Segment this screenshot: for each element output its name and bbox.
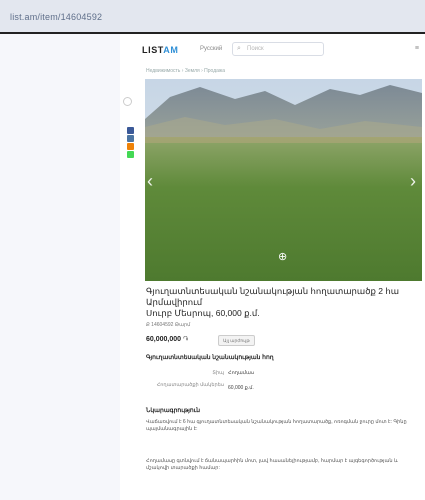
listing-title: Գյուղատնտեսական նշանակության հողատարածք …: [146, 286, 400, 307]
detail-value: 60,000 ք.մ.: [228, 385, 254, 391]
whatsapp-share-icon[interactable]: [127, 151, 134, 158]
search-icon: ⌕: [237, 45, 241, 52]
chevron-left-icon[interactable]: ‹: [147, 172, 153, 190]
left-column: [0, 34, 120, 500]
vk-share-icon[interactable]: [127, 135, 134, 142]
search-input[interactable]: ⌕ Поиск: [232, 42, 324, 56]
detail-label: Տիպ: [212, 370, 224, 376]
detail-value: Հողամաս: [228, 370, 254, 376]
description-paragraph: Վաճառվում է 6 հա գյուղատնտեսական նշանակո…: [146, 419, 407, 432]
description-heading: Նկարագրություն: [146, 408, 201, 414]
search-placeholder: Поиск: [247, 46, 264, 52]
breadcrumb[interactable]: Недвижимость › Земля › Продажа: [146, 68, 225, 74]
listing-price: 60,000,000 ֏: [146, 336, 188, 344]
heart-icon[interactable]: [123, 97, 132, 106]
language-selector[interactable]: Русский: [200, 46, 222, 52]
currency-button[interactable]: Այլ արժույթ: [218, 335, 255, 346]
price-currency: ֏: [183, 336, 189, 343]
details-heading: Գյուղատնտեսական նշանակության հող: [146, 355, 274, 361]
browser-url-bar[interactable]: list.am/item/14604592: [0, 0, 425, 34]
description-paragraph: Հողամասը գտնվում է ճանապարհին մոտ, լավ հ…: [146, 458, 398, 471]
zoom-icon[interactable]: ⊕: [278, 250, 287, 263]
url-text[interactable]: list.am/item/14604592: [10, 12, 102, 22]
price-value: 60,000,000: [146, 336, 182, 343]
page: LISTAM Русский ⌕ Поиск ≡ Недвижимость › …: [0, 34, 425, 500]
detail-label: Հողատարածքի մակերես: [156, 382, 224, 388]
facebook-share-icon[interactable]: [127, 127, 134, 134]
site-header: LISTAM Русский ⌕ Поиск ≡: [120, 34, 425, 64]
logo-accent: AM: [163, 45, 179, 55]
chevron-right-icon[interactable]: ›: [410, 172, 416, 190]
listing-meta: Ք 14604592 Թարմ: [146, 322, 191, 328]
ok-share-icon[interactable]: [127, 143, 134, 150]
site-logo[interactable]: LISTAM: [142, 45, 178, 55]
listing-subtitle: Սուրբ Մեսրոպ, 60,000 ք.մ.: [146, 308, 260, 318]
menu-icon[interactable]: ≡: [415, 45, 419, 52]
